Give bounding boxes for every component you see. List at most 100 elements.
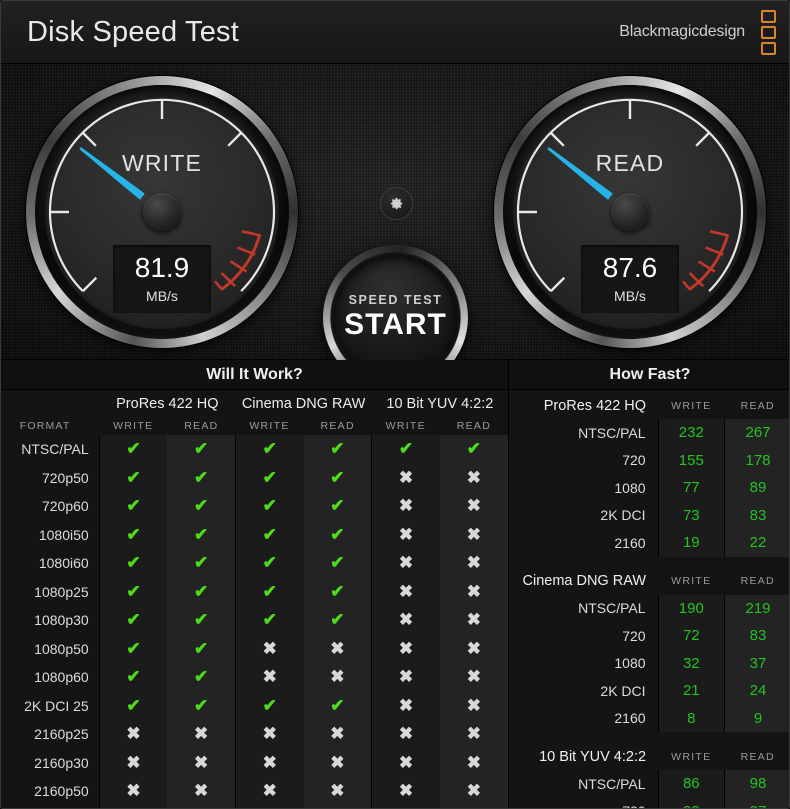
table-row: 1080i50 ✔ ✔ ✔ ✔ ✖ ✖ bbox=[1, 520, 508, 549]
cell-unsupported: ✖ bbox=[234, 634, 304, 663]
check-icon: ✔ bbox=[262, 553, 277, 573]
speed-value-read: 83 bbox=[724, 501, 789, 529]
cell-unsupported: ✖ bbox=[439, 577, 508, 606]
how-fast-table: ProRes 422 HQ WRITE READ NTSC/PAL 232 267 720 1… bbox=[509, 392, 789, 808]
table-row: 1080 32 37 bbox=[509, 649, 789, 677]
write-unit: MB/s bbox=[146, 288, 178, 304]
cell-unsupported: ✖ bbox=[303, 805, 372, 808]
cell-supported: ✔ bbox=[303, 606, 372, 635]
cell-unsupported: ✖ bbox=[439, 720, 508, 749]
cell-unsupported: ✖ bbox=[167, 748, 236, 777]
speed-value-read: 178 bbox=[724, 446, 789, 474]
cell-supported: ✔ bbox=[167, 663, 236, 692]
check-icon: ✔ bbox=[126, 667, 141, 687]
cross-icon: ✖ bbox=[262, 752, 277, 772]
speed-value-write: 32 bbox=[657, 649, 725, 677]
cell-supported: ✔ bbox=[167, 634, 236, 663]
speed-value-read: 22 bbox=[724, 529, 789, 557]
cell-supported: ✔ bbox=[234, 577, 304, 606]
gauge-face: READ 87.6 MB/s bbox=[513, 95, 747, 329]
cell-supported: ✔ bbox=[303, 549, 372, 578]
cell-unsupported: ✖ bbox=[439, 634, 508, 663]
read-gauge-label: READ bbox=[595, 150, 665, 176]
sub-header-read: READ bbox=[740, 750, 775, 763]
check-icon: ✔ bbox=[126, 581, 141, 601]
table-row: 1080p50 ✔ ✔ ✖ ✖ ✖ ✖ bbox=[1, 634, 508, 663]
row-format-label: 1080p60 bbox=[34, 669, 89, 686]
gear-icon bbox=[390, 197, 403, 210]
check-icon: ✔ bbox=[126, 439, 141, 459]
cross-icon: ✖ bbox=[262, 724, 277, 744]
cell-supported: ✔ bbox=[303, 492, 372, 521]
how-fast-panel: How Fast? ProRes 422 HQ WRITE READ NTSC/PAL… bbox=[509, 360, 789, 808]
check-icon: ✔ bbox=[126, 638, 141, 658]
check-icon: ✔ bbox=[126, 496, 141, 516]
row-format-label: 720 bbox=[509, 798, 658, 808]
cell-unsupported: ✖ bbox=[439, 691, 508, 720]
group-header-row: ProRes 422 HQ WRITE READ bbox=[509, 392, 789, 419]
table-row: NTSC/PAL 190 219 bbox=[509, 594, 789, 622]
cell-supported: ✔ bbox=[303, 520, 372, 549]
table-row: 2K DCI 73 83 bbox=[509, 501, 789, 529]
speed-value-write: 86 bbox=[657, 770, 725, 798]
how-fast-title: How Fast? bbox=[509, 360, 789, 390]
brand-wordmark: Blackmagicdesign bbox=[619, 23, 745, 40]
check-icon: ✔ bbox=[126, 553, 141, 573]
table-row: 1080p60 ✔ ✔ ✖ ✖ ✖ ✖ bbox=[1, 663, 508, 692]
cross-icon: ✖ bbox=[194, 781, 209, 801]
cell-unsupported: ✖ bbox=[439, 777, 508, 806]
cross-icon: ✖ bbox=[466, 581, 482, 601]
cell-unsupported: ✖ bbox=[371, 577, 440, 606]
cross-icon: ✖ bbox=[398, 553, 414, 573]
cell-unsupported: ✖ bbox=[234, 805, 304, 808]
table-row: 720p60 ✔ ✔ ✔ ✔ ✖ ✖ bbox=[1, 492, 508, 521]
speed-value-read: 24 bbox=[724, 677, 789, 705]
cell-supported: ✔ bbox=[167, 435, 236, 464]
cell-unsupported: ✖ bbox=[439, 463, 508, 492]
table-row: 2160p60✖✖✖✖✖✖ bbox=[1, 805, 508, 809]
cell-supported: ✔ bbox=[167, 520, 236, 549]
cross-icon: ✖ bbox=[398, 496, 414, 516]
cell-supported: ✔ bbox=[234, 492, 304, 521]
table-row: 2K DCI 25 ✔ ✔ ✔ ✔ ✖ ✖ bbox=[1, 691, 508, 720]
cell-unsupported: ✖ bbox=[303, 634, 372, 663]
check-icon: ✔ bbox=[262, 496, 277, 516]
check-icon: ✔ bbox=[126, 610, 141, 630]
check-icon: ✔ bbox=[262, 695, 277, 715]
row-format-label: 1080p25 bbox=[34, 583, 89, 600]
write-readout: 81.9 MB/s bbox=[113, 245, 211, 313]
row-format-label: 2160p60 bbox=[1, 806, 99, 809]
cell-unsupported: ✖ bbox=[303, 777, 372, 806]
cell-unsupported: ✖ bbox=[439, 520, 508, 549]
cell-unsupported: ✖ bbox=[439, 606, 508, 635]
write-gauge-label: WRITE bbox=[121, 150, 203, 176]
group-header-prores: ProRes 422 HQ bbox=[116, 396, 219, 412]
check-icon: ✔ bbox=[466, 439, 482, 459]
cross-icon: ✖ bbox=[262, 638, 277, 658]
cell-supported: ✔ bbox=[167, 606, 236, 635]
row-format-label: 720 bbox=[622, 627, 646, 644]
cell-supported: ✔ bbox=[303, 577, 372, 606]
settings-button[interactable] bbox=[380, 187, 413, 220]
table-row: 7203337 bbox=[509, 797, 789, 808]
row-format-label: 2160 bbox=[614, 710, 646, 727]
table-row: 720 72 83 bbox=[509, 622, 789, 650]
group-spacer bbox=[509, 732, 789, 743]
check-icon: ✔ bbox=[330, 496, 345, 516]
cell-unsupported: ✖ bbox=[98, 777, 168, 806]
cell-supported: ✔ bbox=[303, 463, 372, 492]
speed-value-read: 267 bbox=[724, 419, 789, 447]
check-icon: ✔ bbox=[194, 553, 209, 573]
cross-icon: ✖ bbox=[398, 467, 414, 487]
start-button-sublabel: SPEED TEST bbox=[348, 293, 443, 307]
cell-supported: ✔ bbox=[98, 492, 168, 521]
check-icon: ✔ bbox=[398, 439, 414, 459]
cell-unsupported: ✖ bbox=[371, 663, 440, 692]
group-header-row: Cinema DNG RAW WRITE READ bbox=[509, 568, 789, 595]
check-icon: ✔ bbox=[330, 610, 345, 630]
check-icon: ✔ bbox=[194, 524, 209, 544]
group-label: 10 Bit YUV 4:2:2 bbox=[539, 748, 647, 765]
write-value: 81.9 bbox=[134, 252, 190, 283]
gauge-panel: WRITE 81.9 MB/s READ 87.6 MB/s SPEED TES… bbox=[1, 64, 789, 390]
cross-icon: ✖ bbox=[466, 781, 482, 801]
